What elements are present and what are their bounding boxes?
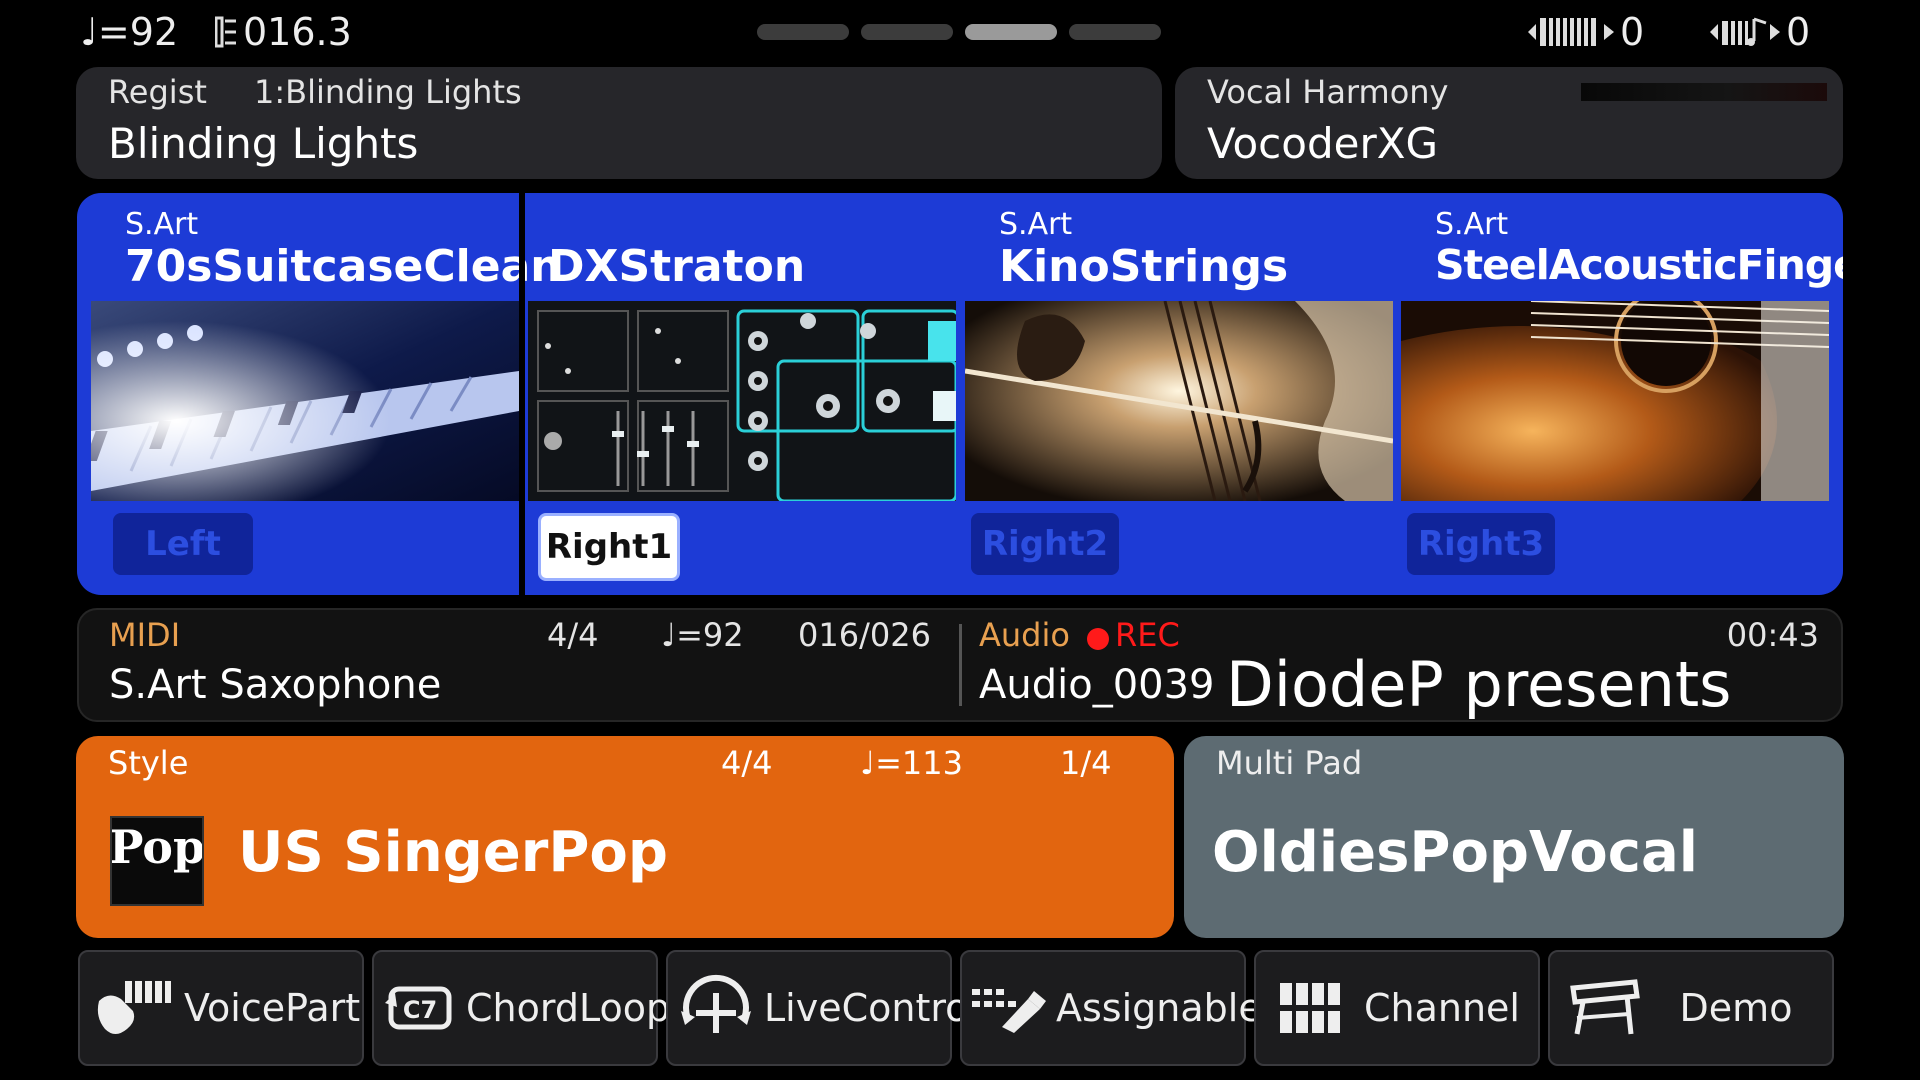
strings-image bbox=[965, 301, 1393, 501]
channel-label: Channel bbox=[1363, 986, 1520, 1030]
voice-right2-name: KinoStrings bbox=[999, 241, 1289, 292]
demo-icon bbox=[1564, 973, 1644, 1043]
synth-panel-image bbox=[528, 301, 956, 501]
style-category-icon: Pop bbox=[110, 816, 204, 906]
assignable-button[interactable]: Assignable bbox=[960, 950, 1262, 1066]
audio-song-name: Audio_0039 bbox=[979, 662, 1215, 708]
voice-part-icon bbox=[94, 973, 174, 1043]
vocal-level-meter bbox=[1581, 83, 1827, 101]
assignable-icon bbox=[972, 973, 1046, 1043]
style-panel[interactable]: Style 4/4 ♩=113 1/4 Pop US SingerPop bbox=[76, 736, 1174, 938]
voice-right3-sub: S.Art bbox=[1435, 207, 1509, 242]
part-right2-label: Right2 bbox=[981, 524, 1109, 564]
demo-button[interactable]: Demo bbox=[1548, 950, 1834, 1066]
rec-label: REC bbox=[1115, 616, 1180, 654]
voice-right2-sub: S.Art bbox=[999, 207, 1073, 242]
multi-pad-label: Multi Pad bbox=[1216, 744, 1363, 782]
voice-right3-name: SteelAcousticFinger bbox=[1435, 241, 1843, 289]
master-transpose-value: 0 bbox=[1786, 10, 1811, 54]
regist-name: Blinding Lights bbox=[108, 119, 419, 168]
voice-left-sub: S.Art bbox=[125, 207, 199, 242]
voice-right2[interactable]: S.Art KinoStrings Right2 bbox=[965, 193, 1393, 595]
multi-pad-panel[interactable]: Multi Pad OldiesPopVocal bbox=[1184, 736, 1844, 938]
chord-looper-button[interactable]: C7 ChordLooper bbox=[372, 950, 709, 1066]
part-left-label: Left bbox=[145, 524, 221, 564]
midi-time-signature: 4/4 bbox=[547, 616, 599, 654]
vocal-harmony-name: VocoderXG bbox=[1207, 119, 1439, 168]
style-time-signature: 4/4 bbox=[721, 744, 773, 782]
song-position-icon bbox=[215, 16, 236, 48]
split-divider bbox=[519, 193, 525, 595]
assignable-label: Assignable bbox=[1056, 986, 1262, 1030]
vocal-harmony-panel[interactable]: Vocal Harmony VocoderXG bbox=[1175, 67, 1843, 179]
live-control-label: LiveControl bbox=[764, 986, 979, 1030]
master-transpose-indicator[interactable]: 0 bbox=[1710, 10, 1810, 54]
overlay-caption: DiodeP presents bbox=[1226, 648, 1732, 721]
vocal-harmony-label: Vocal Harmony bbox=[1207, 73, 1449, 111]
midi-song-name: S.Art Saxophone bbox=[109, 662, 442, 708]
page-indicator bbox=[757, 24, 1161, 40]
page-dot[interactable] bbox=[757, 24, 849, 40]
part-right3-label: Right3 bbox=[1417, 524, 1545, 564]
bar-position-indicator: 016.3 bbox=[215, 10, 352, 54]
midi-label: MIDI bbox=[109, 616, 181, 654]
demo-label: Demo bbox=[1679, 986, 1793, 1030]
keyboard-transpose-icon bbox=[1528, 18, 1614, 46]
electric-piano-image bbox=[91, 301, 519, 501]
tempo-indicator[interactable]: ♩=92 bbox=[80, 10, 178, 54]
regist-bank-entry: 1:Blinding Lights bbox=[254, 73, 522, 111]
page-dot[interactable] bbox=[861, 24, 953, 40]
style-category-text: Pop bbox=[110, 820, 204, 874]
voice-part-button[interactable]: VoicePart bbox=[78, 950, 364, 1066]
record-dot-icon bbox=[1087, 628, 1109, 650]
live-control-icon bbox=[678, 973, 754, 1043]
svg-text:C7: C7 bbox=[403, 996, 437, 1024]
style-beat: 1/4 bbox=[1060, 744, 1112, 782]
bar-position-value: 016.3 bbox=[243, 10, 352, 54]
style-name: US SingerPop bbox=[238, 820, 668, 885]
midi-bars: 016/026 bbox=[798, 616, 931, 654]
voice-right1-image bbox=[528, 301, 956, 501]
master-transpose-icon bbox=[1710, 17, 1780, 46]
acoustic-guitar-image bbox=[1401, 301, 1829, 501]
regist-label: Regist bbox=[108, 73, 207, 111]
voice-left-image bbox=[91, 301, 519, 501]
live-control-button[interactable]: LiveControl bbox=[666, 950, 979, 1066]
audio-label: Audio bbox=[979, 616, 1070, 654]
page-dot-active[interactable] bbox=[965, 24, 1057, 40]
page-dot[interactable] bbox=[1069, 24, 1161, 40]
voice-right1-name: DXStraton bbox=[548, 241, 806, 292]
voice-left-name: 70sSuitcaseClean bbox=[125, 241, 562, 292]
voice-part-label: VoicePart bbox=[184, 986, 361, 1030]
keyboard-transpose-indicator[interactable]: 0 bbox=[1528, 10, 1644, 54]
style-tempo: ♩=113 bbox=[860, 744, 963, 782]
part-right3-button[interactable]: Right3 bbox=[1407, 513, 1555, 575]
voice-right3-image bbox=[1401, 301, 1829, 501]
tempo-value: ♩=92 bbox=[80, 10, 179, 54]
style-label: Style bbox=[108, 744, 189, 782]
midi-tempo: ♩=92 bbox=[661, 616, 744, 654]
voice-right3[interactable]: S.Art SteelAcousticFinger Right3 bbox=[1401, 193, 1843, 595]
multi-pad-name: OldiesPopVocal bbox=[1212, 820, 1698, 885]
midi-song-area[interactable]: MIDI 4/4 ♩=92 016/026 S.Art Saxophone bbox=[79, 610, 959, 720]
voice-section: S.Art 70sSuitcaseClean Left DXStraton Ri… bbox=[77, 193, 1843, 595]
voice-right2-image bbox=[965, 301, 1393, 501]
audio-time: 00:43 bbox=[1726, 616, 1819, 654]
chord-looper-icon: C7 bbox=[384, 973, 456, 1043]
part-right1-label: Right1 bbox=[545, 527, 673, 567]
part-right1-button[interactable]: Right1 bbox=[538, 513, 680, 581]
keyboard-transpose-value: 0 bbox=[1620, 10, 1645, 54]
channel-icon bbox=[1270, 973, 1350, 1043]
voice-left[interactable]: S.Art 70sSuitcaseClean Left bbox=[91, 193, 562, 595]
part-left-button[interactable]: Left bbox=[113, 513, 253, 575]
registration-panel[interactable]: Regist 1:Blinding Lights Blinding Lights bbox=[76, 67, 1162, 179]
part-right2-button[interactable]: Right2 bbox=[971, 513, 1119, 575]
channel-button[interactable]: Channel bbox=[1254, 950, 1540, 1066]
voice-right1[interactable]: DXStraton Right1 bbox=[528, 193, 956, 595]
song-divider bbox=[959, 624, 962, 706]
